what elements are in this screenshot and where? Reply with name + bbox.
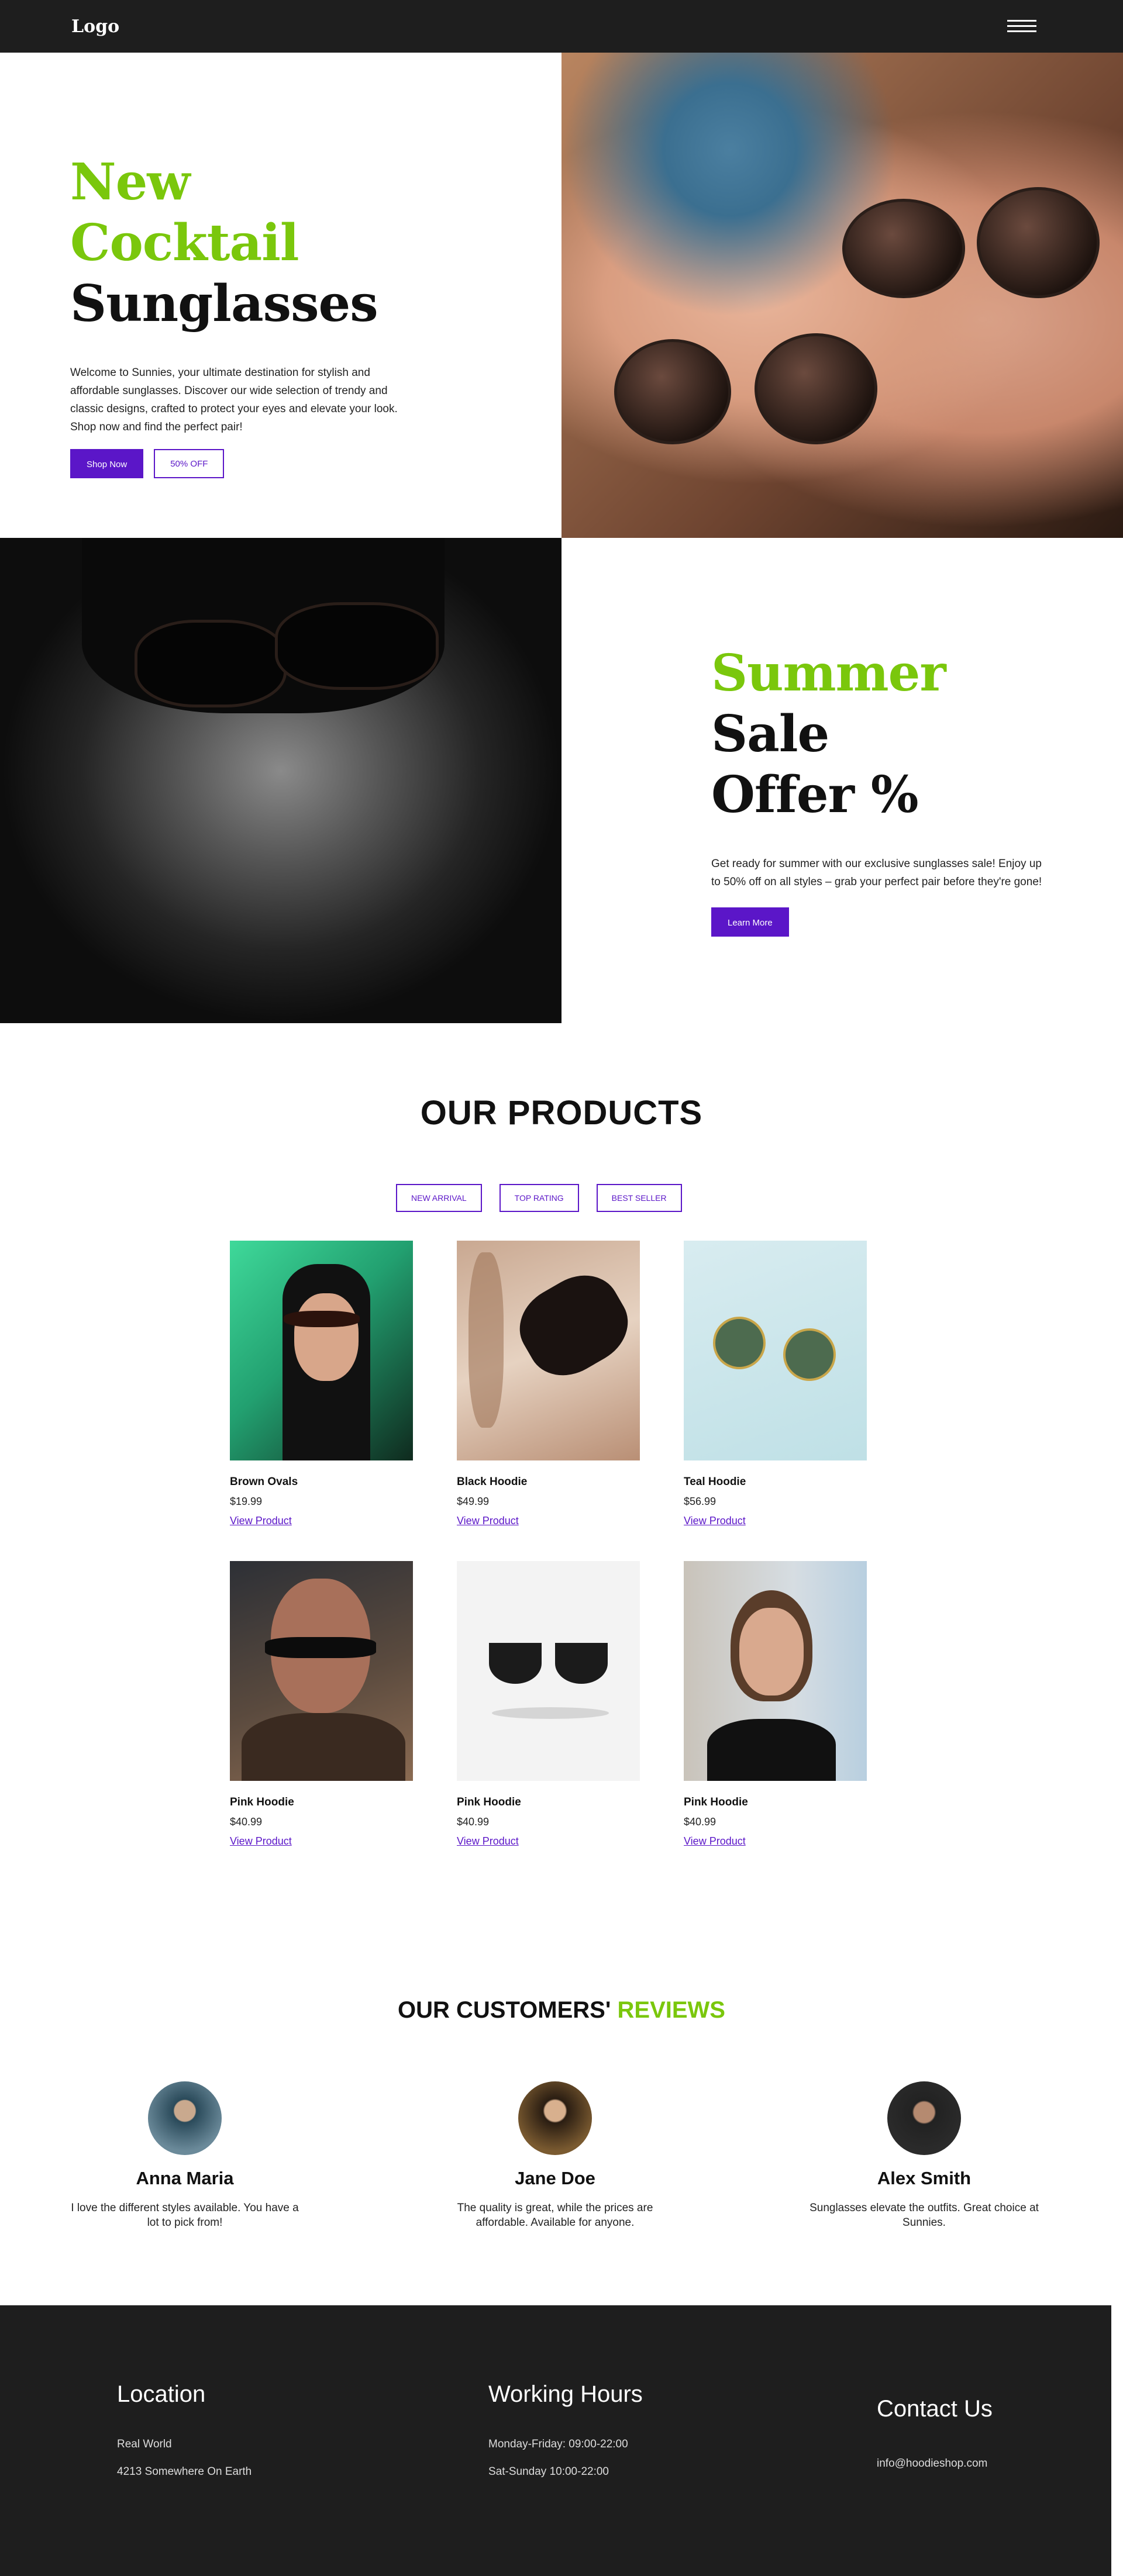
- filter-new-arrival[interactable]: NEW ARRIVAL: [396, 1184, 482, 1212]
- product-image[interactable]: [230, 1241, 413, 1460]
- product-card[interactable]: Pink Hoodie $40.99 View Product: [684, 1561, 867, 1848]
- footer-contact: Contact Us info@hoodieshop.com: [877, 2396, 993, 2470]
- view-product-link[interactable]: View Product: [230, 1835, 292, 1848]
- view-product-link[interactable]: View Product: [684, 1515, 746, 1527]
- filter-best-seller[interactable]: BEST SELLER: [596, 1184, 682, 1212]
- footer-hours-heading: Working Hours: [488, 2381, 643, 2407]
- sale-description: Get ready for summer with our exclusive …: [711, 858, 1042, 888]
- product-name: Pink Hoodie: [457, 1796, 521, 1808]
- footer-contact-heading: Contact Us: [877, 2396, 993, 2422]
- shop-now-button[interactable]: Shop Now: [70, 449, 144, 478]
- view-product-link[interactable]: View Product: [457, 1515, 519, 1527]
- review-card: Jane Doe The quality is great, while the…: [438, 2081, 672, 2230]
- offer-button[interactable]: 50% OFF: [154, 449, 225, 478]
- filter-top-rating[interactable]: TOP RATING: [499, 1184, 579, 1212]
- reviews-section: OUR CUSTOMERS' REVIEWS Anna Maria I love…: [0, 1988, 1123, 2304]
- product-image[interactable]: [684, 1241, 867, 1460]
- products-title: OUR PRODUCTS: [420, 1094, 703, 1132]
- footer-hours-line1: Monday-Friday: 09:00-22:00: [488, 2438, 628, 2450]
- footer-hours-line2: Sat-Sunday 10:00-22:00: [488, 2465, 609, 2478]
- reviewer-name: Anna Maria: [136, 2168, 234, 2188]
- product-image[interactable]: [230, 1561, 413, 1781]
- reviews-title: OUR CUSTOMERS' REVIEWS: [0, 1997, 1123, 2023]
- hamburger-menu-icon[interactable]: [1007, 20, 1036, 34]
- sale-title-offer: Offer %: [711, 765, 919, 824]
- sale-title-word: Sale: [711, 705, 829, 764]
- footer: Location Real World 4213 Somewhere On Ea…: [0, 2305, 1111, 2576]
- sale-title-highlight: Summer: [711, 644, 946, 703]
- review-text: I love the different styles available. Y…: [71, 2202, 299, 2229]
- view-product-link[interactable]: View Product: [684, 1835, 746, 1848]
- footer-location-heading: Location: [117, 2381, 206, 2407]
- review-text: Sunglasses elevate the outfits. Great ch…: [809, 2202, 1039, 2229]
- hero-title-main: Sunglasses: [70, 274, 378, 333]
- footer-hours: Working Hours Monday-Friday: 09:00-22:00…: [488, 2381, 643, 2478]
- product-price: $56.99: [684, 1496, 716, 1507]
- view-product-link[interactable]: View Product: [230, 1515, 292, 1527]
- product-name: Pink Hoodie: [684, 1796, 748, 1808]
- logo[interactable]: Logo: [71, 16, 119, 37]
- hero-text-block: New Cocktail Sunglasses Welcome to Sunni…: [70, 152, 398, 478]
- review-text: The quality is great, while the prices a…: [457, 2202, 653, 2229]
- reviews-title-highlight: REVIEWS: [617, 1997, 725, 2023]
- sale-title: Summer Sale Offer %: [711, 643, 1050, 826]
- product-image[interactable]: [457, 1561, 640, 1781]
- hero-section: New Cocktail Sunglasses Welcome to Sunni…: [0, 53, 1123, 538]
- footer-location-line2: 4213 Somewhere On Earth: [117, 2465, 252, 2478]
- sale-image-man-sunglasses: [0, 538, 562, 1023]
- top-navbar: Logo: [0, 0, 1123, 53]
- reviewer-name: Jane Doe: [515, 2168, 595, 2188]
- product-name: Brown Ovals: [230, 1476, 298, 1488]
- hero-title: New Cocktail Sunglasses: [70, 152, 398, 334]
- product-image[interactable]: [457, 1241, 640, 1460]
- product-price: $49.99: [457, 1496, 490, 1507]
- avatar: [887, 2081, 961, 2155]
- product-image[interactable]: [684, 1561, 867, 1781]
- review-card: Alex Smith Sunglasses elevate the outfit…: [807, 2081, 1041, 2230]
- hero-image-couple-sunglasses: [562, 53, 1123, 538]
- product-card[interactable]: Pink Hoodie $40.99 View Product: [230, 1561, 413, 1848]
- product-name: Black Hoodie: [457, 1476, 528, 1488]
- summer-sale-section: Summer Sale Offer % Get ready for summer…: [0, 538, 1123, 1023]
- footer-contact-email[interactable]: info@hoodieshop.com: [877, 2457, 993, 2470]
- sale-text-block: Summer Sale Offer % Get ready for summer…: [711, 643, 1050, 937]
- product-price: $19.99: [230, 1496, 263, 1507]
- product-card[interactable]: Pink Hoodie $40.99 View Product: [457, 1561, 640, 1848]
- hero-buttons: Shop Now 50% OFF: [70, 449, 398, 478]
- product-card[interactable]: Black Hoodie $49.99 View Product: [457, 1241, 640, 1527]
- reviews-title-main: OUR CUSTOMERS': [398, 1997, 611, 2023]
- avatar: [148, 2081, 222, 2155]
- hero-description: Welcome to Sunnies, your ultimate destin…: [70, 367, 398, 433]
- reviewer-name: Alex Smith: [877, 2168, 972, 2188]
- product-price: $40.99: [684, 1816, 716, 1828]
- review-card: Anna Maria I love the different styles a…: [68, 2081, 302, 2230]
- product-card[interactable]: Brown Ovals $19.99 View Product: [230, 1241, 413, 1527]
- footer-location: Location Real World 4213 Somewhere On Ea…: [117, 2381, 252, 2478]
- hero-title-highlight: New Cocktail: [70, 153, 299, 272]
- product-price: $40.99: [457, 1816, 490, 1828]
- product-name: Teal Hoodie: [684, 1476, 746, 1488]
- product-card[interactable]: Teal Hoodie $56.99 View Product: [684, 1241, 867, 1527]
- learn-more-button[interactable]: Learn More: [711, 907, 789, 937]
- product-filters: NEW ARRIVAL TOP RATING BEST SELLER: [396, 1184, 682, 1212]
- footer-location-line1: Real World: [117, 2438, 172, 2450]
- product-price: $40.99: [230, 1816, 263, 1828]
- product-name: Pink Hoodie: [230, 1796, 294, 1808]
- view-product-link[interactable]: View Product: [457, 1835, 519, 1848]
- avatar: [518, 2081, 592, 2155]
